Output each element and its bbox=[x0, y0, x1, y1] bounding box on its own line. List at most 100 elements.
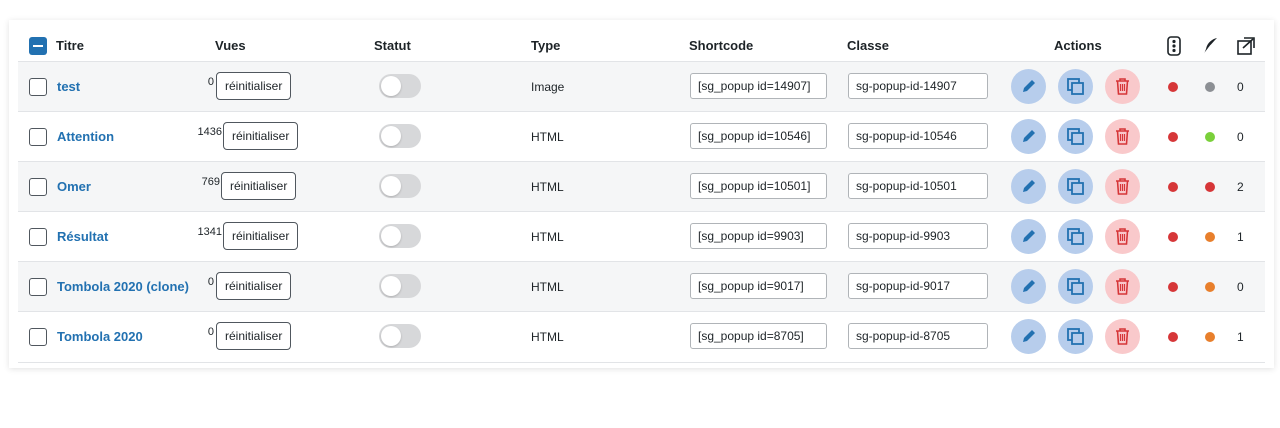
popup-title-link[interactable]: test bbox=[57, 79, 80, 94]
class-field[interactable]: sg-popup-id-8705 bbox=[848, 323, 988, 349]
delete-button[interactable] bbox=[1105, 319, 1140, 354]
status-toggle[interactable] bbox=[379, 124, 421, 148]
trash-icon bbox=[1116, 178, 1129, 195]
class-field[interactable]: sg-popup-id-9017 bbox=[848, 273, 988, 299]
feather-icon bbox=[1202, 36, 1218, 59]
shortcode-field[interactable]: [sg_popup id=10501] bbox=[690, 173, 827, 199]
delete-button[interactable] bbox=[1105, 119, 1140, 154]
status-dot bbox=[1168, 332, 1178, 342]
copy-icon bbox=[1067, 228, 1084, 245]
table-header: Titre Vues Statut Type Shortcode Classe … bbox=[9, 22, 1274, 62]
popup-count: 0 bbox=[1237, 130, 1244, 144]
column-shortcode: Shortcode bbox=[689, 38, 754, 53]
views-count: 0 bbox=[207, 276, 214, 288]
pencil-icon bbox=[1023, 330, 1035, 342]
reset-views-button[interactable]: réinitialiser bbox=[216, 72, 292, 100]
edit-button[interactable] bbox=[1011, 169, 1046, 204]
column-views[interactable]: Vues bbox=[215, 38, 246, 54]
shortcode-field[interactable]: [sg_popup id=10546] bbox=[690, 123, 827, 149]
status-toggle[interactable] bbox=[379, 324, 421, 348]
column-status: Statut bbox=[374, 38, 411, 53]
popup-type: HTML bbox=[531, 130, 564, 144]
row-checkbox[interactable] bbox=[29, 328, 47, 346]
row-checkbox[interactable] bbox=[29, 178, 47, 196]
reset-views-button[interactable]: réinitialiser bbox=[221, 172, 297, 200]
reset-views-button[interactable]: réinitialiser bbox=[216, 272, 292, 300]
pencil-icon bbox=[1023, 230, 1035, 242]
reset-views-button[interactable]: réinitialiser bbox=[223, 222, 299, 250]
duplicate-button[interactable] bbox=[1058, 169, 1093, 204]
duplicate-button[interactable] bbox=[1058, 69, 1093, 104]
views-count: 1341 bbox=[197, 226, 222, 238]
popup-type: HTML bbox=[531, 280, 564, 294]
trash-icon bbox=[1116, 228, 1129, 245]
shortcode-field[interactable]: [sg_popup id=9903] bbox=[690, 223, 827, 249]
duplicate-button[interactable] bbox=[1058, 119, 1093, 154]
views-count: 769 bbox=[201, 176, 220, 188]
shortcode-field[interactable]: [sg_popup id=9017] bbox=[690, 273, 827, 299]
status-toggle[interactable] bbox=[379, 224, 421, 248]
status-dot bbox=[1168, 282, 1178, 292]
trash-icon bbox=[1116, 78, 1129, 95]
pencil-icon bbox=[1023, 80, 1035, 92]
edit-button[interactable] bbox=[1011, 69, 1046, 104]
duplicate-button[interactable] bbox=[1058, 319, 1093, 354]
views-count: 0 bbox=[207, 76, 214, 88]
copy-icon bbox=[1067, 128, 1084, 145]
status-dot bbox=[1168, 182, 1178, 192]
row-checkbox[interactable] bbox=[29, 278, 47, 296]
status-dot bbox=[1168, 232, 1178, 242]
delete-button[interactable] bbox=[1105, 169, 1140, 204]
popup-type: Image bbox=[531, 80, 565, 94]
table-row: Omer 769 réinitialiser HTML [sg_popup id… bbox=[18, 161, 1265, 212]
popup-title-link[interactable]: Attention bbox=[57, 129, 114, 144]
popup-title-link[interactable]: Omer bbox=[57, 179, 91, 194]
status-toggle[interactable] bbox=[379, 74, 421, 98]
column-actions: Actions bbox=[1054, 38, 1102, 53]
delete-button[interactable] bbox=[1105, 219, 1140, 254]
status-toggle[interactable] bbox=[379, 174, 421, 198]
duplicate-button[interactable] bbox=[1058, 269, 1093, 304]
edit-button[interactable] bbox=[1011, 119, 1046, 154]
popup-title-link[interactable]: Résultat bbox=[57, 229, 108, 244]
duplicate-button[interactable] bbox=[1058, 219, 1093, 254]
row-checkbox[interactable] bbox=[29, 128, 47, 146]
reset-views-button[interactable]: réinitialiser bbox=[216, 322, 292, 350]
trash-icon bbox=[1116, 128, 1129, 145]
row-checkbox[interactable] bbox=[29, 78, 47, 96]
popup-title-link[interactable]: Tombola 2020 bbox=[57, 329, 143, 344]
edit-button[interactable] bbox=[1011, 269, 1046, 304]
class-field[interactable]: sg-popup-id-14907 bbox=[848, 73, 988, 99]
popup-count: 0 bbox=[1237, 80, 1244, 94]
table-row: Tombola 2020 0 réinitialiser HTML [sg_po… bbox=[18, 311, 1265, 363]
row-checkbox[interactable] bbox=[29, 228, 47, 246]
shortcode-field[interactable]: [sg_popup id=8705] bbox=[690, 323, 827, 349]
status-dot bbox=[1168, 132, 1178, 142]
delete-button[interactable] bbox=[1105, 69, 1140, 104]
trash-icon bbox=[1116, 328, 1129, 345]
class-field[interactable]: sg-popup-id-9903 bbox=[848, 223, 988, 249]
conditions-dot bbox=[1205, 232, 1215, 242]
table-row: Résultat 1341 réinitialiser HTML [sg_pop… bbox=[18, 211, 1265, 262]
column-type[interactable]: Type bbox=[531, 38, 560, 54]
popup-title-link[interactable]: Tombola 2020 (clone) bbox=[57, 279, 189, 294]
reset-views-button[interactable]: réinitialiser bbox=[223, 122, 299, 150]
select-all-checkbox[interactable] bbox=[29, 37, 47, 55]
popup-count: 0 bbox=[1237, 280, 1244, 294]
popup-type: HTML bbox=[531, 180, 564, 194]
pencil-icon bbox=[1023, 280, 1035, 292]
edit-button[interactable] bbox=[1011, 219, 1046, 254]
class-field[interactable]: sg-popup-id-10501 bbox=[848, 173, 988, 199]
conditions-dot bbox=[1205, 132, 1215, 142]
popup-type: HTML bbox=[531, 230, 564, 244]
popup-open-icon bbox=[1236, 36, 1256, 59]
copy-icon bbox=[1067, 178, 1084, 195]
delete-button[interactable] bbox=[1105, 269, 1140, 304]
popup-count: 1 bbox=[1237, 230, 1244, 244]
column-title[interactable]: Titre bbox=[56, 38, 84, 54]
class-field[interactable]: sg-popup-id-10546 bbox=[848, 123, 988, 149]
edit-button[interactable] bbox=[1011, 319, 1046, 354]
shortcode-field[interactable]: [sg_popup id=14907] bbox=[690, 73, 827, 99]
conditions-dot bbox=[1205, 332, 1215, 342]
status-toggle[interactable] bbox=[379, 274, 421, 298]
